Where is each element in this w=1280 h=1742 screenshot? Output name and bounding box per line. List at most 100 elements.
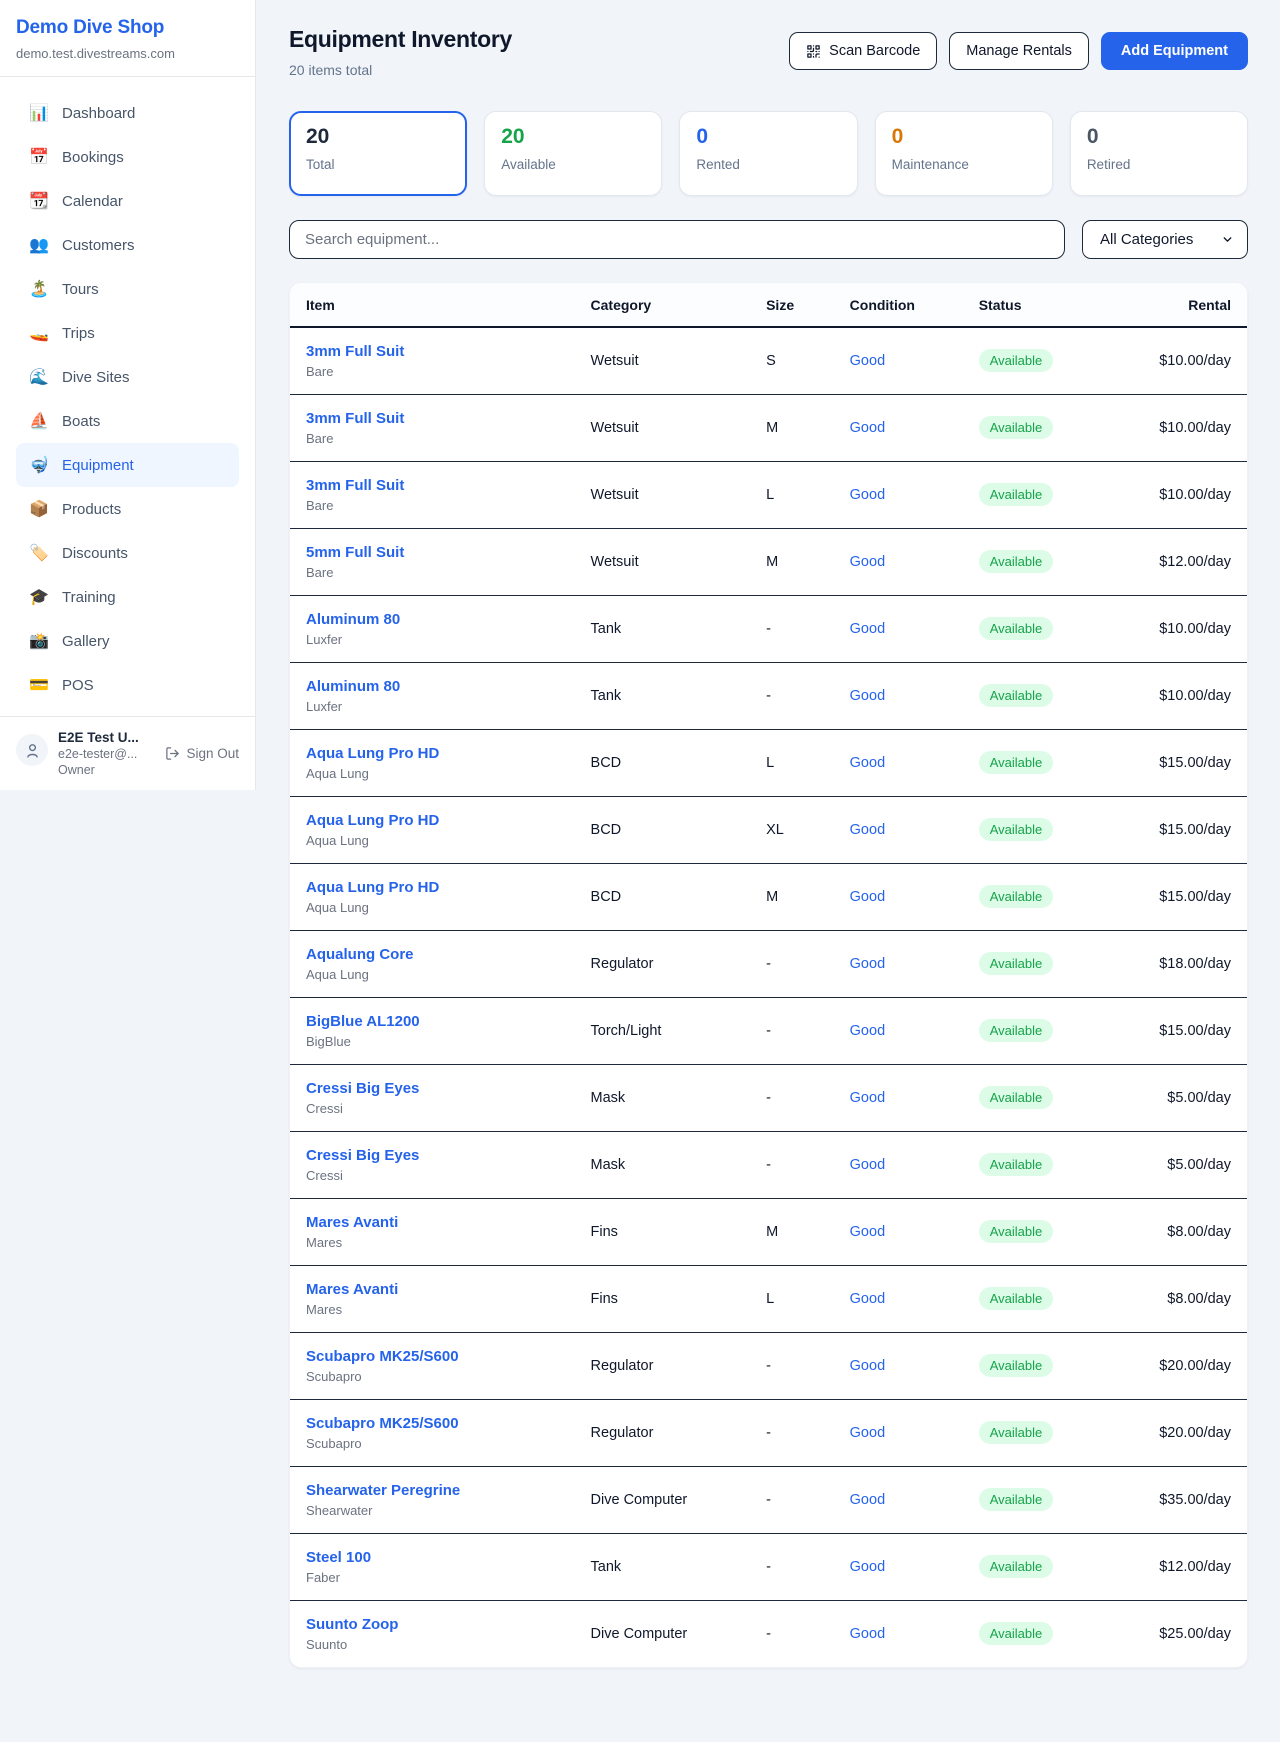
cell-condition: Good bbox=[834, 1399, 963, 1466]
sidebar-item-pos[interactable]: 💳POS bbox=[16, 663, 239, 707]
status-badge: Available bbox=[979, 1086, 1054, 1109]
item-link[interactable]: Aluminum 80 bbox=[306, 611, 559, 628]
condition-link[interactable]: Good bbox=[850, 1559, 885, 1575]
condition-link[interactable]: Good bbox=[850, 1157, 885, 1173]
cell-status: Available bbox=[963, 1332, 1144, 1399]
item-link[interactable]: Aluminum 80 bbox=[306, 678, 559, 695]
cell-category: Fins bbox=[575, 1198, 751, 1265]
stat-card-rented[interactable]: 0Rented bbox=[679, 111, 857, 196]
sign-out-button[interactable]: Sign Out bbox=[165, 746, 239, 761]
item-brand: Cressi bbox=[306, 1168, 559, 1183]
header-actions: Scan Barcode Manage Rentals Add Equipmen… bbox=[789, 32, 1248, 70]
cell-status: Available bbox=[963, 1265, 1144, 1332]
condition-link[interactable]: Good bbox=[850, 1492, 885, 1508]
sidebar-item-tours[interactable]: 🏝️Tours bbox=[16, 267, 239, 311]
item-link[interactable]: 3mm Full Suit bbox=[306, 477, 559, 494]
item-link[interactable]: Cressi Big Eyes bbox=[306, 1147, 559, 1164]
item-link[interactable]: Cressi Big Eyes bbox=[306, 1080, 559, 1097]
sidebar-item-dashboard[interactable]: 📊Dashboard bbox=[16, 91, 239, 135]
calendar-icon: 📆 bbox=[29, 191, 49, 211]
condition-link[interactable]: Good bbox=[850, 956, 885, 972]
condition-link[interactable]: Good bbox=[850, 1291, 885, 1307]
item-link[interactable]: Mares Avanti bbox=[306, 1214, 559, 1231]
sidebar-item-equipment[interactable]: 🤿Equipment bbox=[16, 443, 239, 487]
stat-card-total[interactable]: 20Total bbox=[289, 111, 467, 196]
sidebar-item-label: Dashboard bbox=[62, 105, 135, 122]
brand-name[interactable]: Demo Dive Shop bbox=[16, 17, 239, 39]
item-link[interactable]: 5mm Full Suit bbox=[306, 544, 559, 561]
status-badge: Available bbox=[979, 1488, 1054, 1511]
cell-item: Aqua Lung Pro HD Aqua Lung bbox=[290, 796, 575, 863]
table-row: 5mm Full SuitBareWetsuitMGoodAvailable$1… bbox=[290, 528, 1247, 595]
sidebar-item-gallery[interactable]: 📸Gallery bbox=[16, 619, 239, 663]
cell-rental: $5.00/day bbox=[1143, 1064, 1247, 1131]
sidebar-item-discounts[interactable]: 🏷️Discounts bbox=[16, 531, 239, 575]
condition-link[interactable]: Good bbox=[850, 822, 885, 838]
sidebar-item-calendar[interactable]: 📆 Calendar bbox=[16, 179, 239, 223]
sidebar-item-boats[interactable]: ⛵Boats bbox=[16, 399, 239, 443]
condition-link[interactable]: Good bbox=[850, 621, 885, 637]
cell-status: Available bbox=[963, 1533, 1144, 1600]
condition-link[interactable]: Good bbox=[850, 889, 885, 905]
condition-link[interactable]: Good bbox=[850, 353, 885, 369]
table-header: Item Category Size Condition Status Rent… bbox=[290, 283, 1247, 327]
cell-size: - bbox=[750, 595, 834, 662]
cell-condition: Good bbox=[834, 1600, 963, 1667]
stat-card-available[interactable]: 20Available bbox=[484, 111, 662, 196]
item-link[interactable]: Shearwater Peregrine bbox=[306, 1482, 559, 1499]
condition-link[interactable]: Good bbox=[850, 688, 885, 704]
cell-item: Aqua Lung Pro HDAqua Lung bbox=[290, 729, 575, 796]
item-link[interactable]: 3mm Full Suit bbox=[306, 343, 559, 360]
sidebar-item-bookings[interactable]: 📅Bookings bbox=[16, 135, 239, 179]
sidebar-item-label: Equipment bbox=[62, 457, 134, 474]
sidebar-item-label: Calendar bbox=[62, 193, 123, 210]
item-brand: Bare bbox=[306, 364, 559, 379]
item-link[interactable]: Aqua Lung Pro HD bbox=[306, 812, 559, 829]
item-link[interactable]: Aqua Lung Pro HD bbox=[306, 879, 559, 896]
condition-link[interactable]: Good bbox=[850, 1224, 885, 1240]
scan-barcode-button[interactable]: Scan Barcode bbox=[789, 32, 937, 70]
add-equipment-button[interactable]: Add Equipment bbox=[1101, 32, 1248, 70]
condition-link[interactable]: Good bbox=[850, 554, 885, 570]
status-badge: Available bbox=[979, 1622, 1054, 1645]
sidebar-item-dive-sites[interactable]: 🌊Dive Sites bbox=[16, 355, 239, 399]
search-input[interactable] bbox=[289, 220, 1065, 259]
cell-item: Mares AvantiMares bbox=[290, 1198, 575, 1265]
condition-link[interactable]: Good bbox=[850, 487, 885, 503]
condition-link[interactable]: Good bbox=[850, 755, 885, 771]
cell-status: Available bbox=[963, 1466, 1144, 1533]
condition-link[interactable]: Good bbox=[850, 420, 885, 436]
sidebar-item-customers[interactable]: 👥Customers bbox=[16, 223, 239, 267]
item-link[interactable]: Steel 100 bbox=[306, 1549, 559, 1566]
sidebar-item-trips[interactable]: 🚤Trips bbox=[16, 311, 239, 355]
manage-rentals-button[interactable]: Manage Rentals bbox=[949, 32, 1089, 70]
category-select[interactable]: All Categories bbox=[1082, 220, 1248, 259]
condition-link[interactable]: Good bbox=[850, 1023, 885, 1039]
table-row: Aluminum 80LuxferTank-GoodAvailable$10.0… bbox=[290, 595, 1247, 662]
item-link[interactable]: Aqua Lung Pro HD bbox=[306, 745, 559, 762]
item-link[interactable]: Scubapro MK25/S600 bbox=[306, 1348, 559, 1365]
stat-card-retired[interactable]: 0Retired bbox=[1070, 111, 1248, 196]
item-link[interactable]: Mares Avanti bbox=[306, 1281, 559, 1298]
item-link[interactable]: Aqualung Core bbox=[306, 946, 559, 963]
status-badge: Available bbox=[979, 1287, 1054, 1310]
sidebar-item-products[interactable]: 📦Products bbox=[16, 487, 239, 531]
item-link[interactable]: Suunto Zoop bbox=[306, 1616, 559, 1633]
condition-link[interactable]: Good bbox=[850, 1626, 885, 1642]
cell-category: Tank bbox=[575, 662, 751, 729]
sidebar-item-training[interactable]: 🎓Training bbox=[16, 575, 239, 619]
condition-link[interactable]: Good bbox=[850, 1358, 885, 1374]
item-link[interactable]: Scubapro MK25/S600 bbox=[306, 1415, 559, 1432]
cell-category: Wetsuit bbox=[575, 528, 751, 595]
item-brand: Aqua Lung bbox=[306, 833, 559, 848]
cell-rental: $8.00/day bbox=[1143, 1265, 1247, 1332]
cell-condition: Good bbox=[834, 1265, 963, 1332]
condition-link[interactable]: Good bbox=[850, 1090, 885, 1106]
cell-category: Mask bbox=[575, 1131, 751, 1198]
cell-condition: Good bbox=[834, 1466, 963, 1533]
stat-card-maintenance[interactable]: 0Maintenance bbox=[875, 111, 1053, 196]
item-link[interactable]: BigBlue AL1200 bbox=[306, 1013, 559, 1030]
item-link[interactable]: 3mm Full Suit bbox=[306, 410, 559, 427]
condition-link[interactable]: Good bbox=[850, 1425, 885, 1441]
cell-item: 3mm Full Suit Bare bbox=[290, 327, 575, 394]
